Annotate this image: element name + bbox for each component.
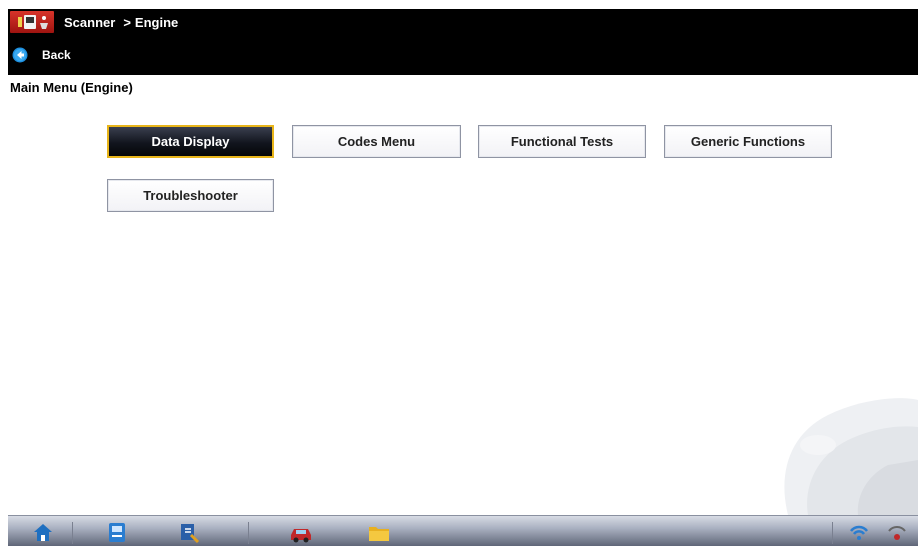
scanner-icon[interactable] [104,519,130,545]
generic-functions-button[interactable]: Generic Functions [664,125,832,158]
back-button[interactable]: Back [12,47,71,63]
folder-icon[interactable] [366,519,392,545]
vehicle-icon[interactable] [288,519,314,545]
tools-icon[interactable] [176,519,202,545]
taskbar-divider [72,522,73,544]
taskbar-divider [832,522,833,544]
engine-watermark-image [784,398,918,515]
back-arrow-icon [12,47,28,63]
title-bar: Scanner > Engine [8,9,918,35]
troubleshooter-button[interactable]: Troubleshooter [107,179,274,212]
codes-menu-button[interactable]: Codes Menu [292,125,461,158]
connection-icon[interactable] [884,519,910,545]
wireless-icon[interactable] [846,519,872,545]
taskbar-divider [248,522,249,544]
home-icon[interactable] [30,519,56,545]
breadcrumb-separator: > [123,14,131,30]
scanner-app-icon [10,11,54,33]
back-bar: Back [8,35,918,75]
app-window: Scanner > Engine Back Main Menu (Engine)… [8,9,918,546]
data-display-button[interactable]: Data Display [107,125,274,158]
functional-tests-button[interactable]: Functional Tests [478,125,646,158]
app-title: Scanner [64,14,116,30]
back-label: Back [42,48,71,62]
taskbar [8,515,918,546]
main-content: Main Menu (Engine) Data Display Codes Me… [8,75,918,515]
breadcrumb-engine[interactable]: Engine [135,15,178,30]
page-title: Main Menu (Engine) [10,80,133,95]
